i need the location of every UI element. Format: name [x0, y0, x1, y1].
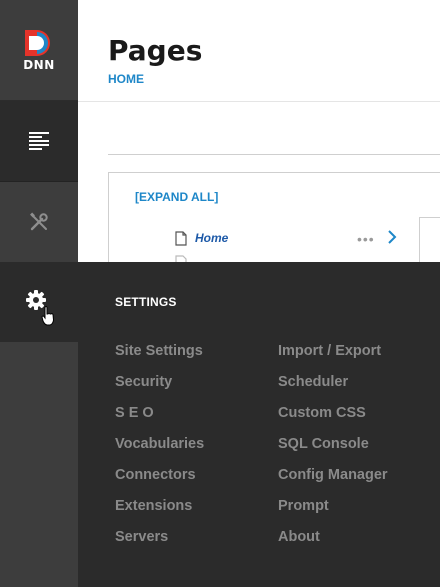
logo-text: DNN: [23, 58, 55, 72]
settings-flyout: SETTINGS Site Settings Security S E O Vo…: [78, 262, 440, 587]
menu-item-vocabularies[interactable]: Vocabularies: [115, 435, 204, 466]
settings-menu-left: Site Settings Security S E O Vocabularie…: [115, 342, 204, 559]
more-options-icon[interactable]: •••: [357, 231, 375, 247]
content-list-icon: [29, 132, 49, 150]
dnn-logo-icon: [25, 30, 50, 56]
page-icon: [175, 230, 187, 246]
menu-item-sql-console[interactable]: SQL Console: [278, 435, 388, 466]
persona-bar: DNN: [0, 0, 78, 587]
tree-row-home[interactable]: Home: [175, 228, 228, 248]
menu-item-custom-css[interactable]: Custom CSS: [278, 404, 388, 435]
menu-item-about[interactable]: About: [278, 528, 388, 559]
expand-all-link[interactable]: [EXPAND ALL]: [135, 190, 218, 204]
flyout-title: SETTINGS: [115, 295, 177, 309]
divider: [108, 154, 440, 155]
menu-item-seo[interactable]: S E O: [115, 404, 204, 435]
menu-item-connectors[interactable]: Connectors: [115, 466, 204, 497]
tree-row-label: Home: [195, 231, 229, 245]
hand-cursor-icon: [41, 306, 55, 326]
logo[interactable]: DNN: [0, 0, 78, 101]
menu-item-extensions[interactable]: Extensions: [115, 497, 204, 528]
menu-item-site-settings[interactable]: Site Settings: [115, 342, 204, 373]
persona-item-content[interactable]: [0, 101, 78, 182]
menu-item-import-export[interactable]: Import / Export: [278, 342, 388, 373]
tools-icon: [30, 212, 48, 231]
page-header: Pages HOME: [78, 0, 440, 102]
menu-item-security[interactable]: Security: [115, 373, 204, 404]
menu-item-prompt[interactable]: Prompt: [278, 497, 388, 528]
persona-item-manage[interactable]: [0, 182, 78, 263]
persona-item-settings[interactable]: [0, 262, 78, 342]
page-title: Pages: [108, 34, 203, 67]
menu-item-scheduler[interactable]: Scheduler: [278, 373, 388, 404]
breadcrumb[interactable]: HOME: [108, 72, 144, 86]
chevron-right-icon[interactable]: [387, 229, 397, 245]
settings-menu-right: Import / Export Scheduler Custom CSS SQL…: [278, 342, 388, 559]
menu-item-servers[interactable]: Servers: [115, 528, 204, 559]
menu-item-config-manager[interactable]: Config Manager: [278, 466, 388, 497]
